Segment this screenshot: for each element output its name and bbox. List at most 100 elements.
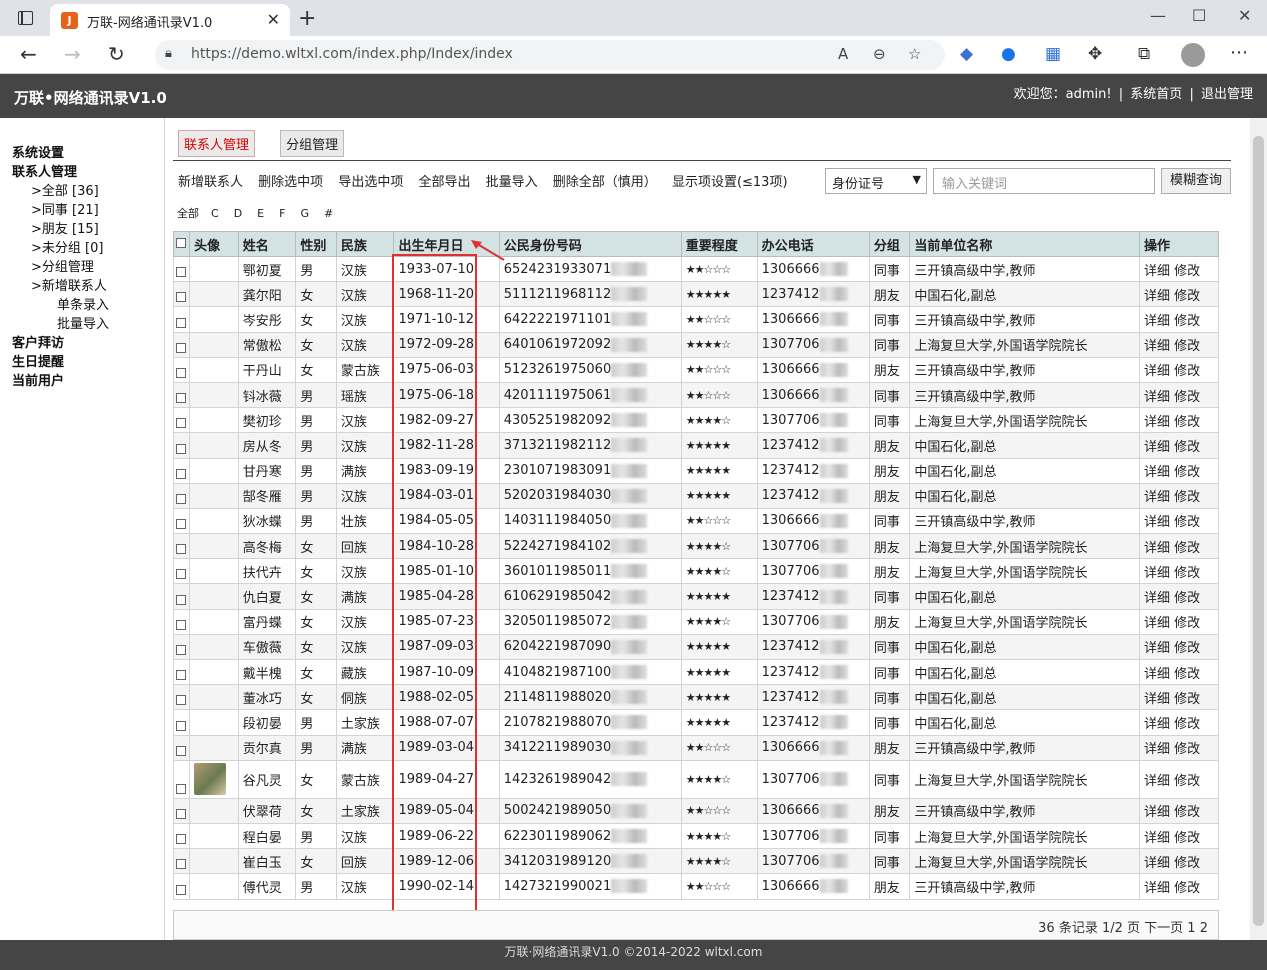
row-checkbox-cell[interactable] — [172, 608, 191, 635]
edit-link[interactable]: 修改 — [1174, 415, 1200, 430]
checkbox[interactable] — [176, 237, 186, 248]
letter-filter-item[interactable]: E — [257, 207, 264, 220]
edit-link[interactable]: 修改 — [1174, 490, 1200, 505]
scrollbar[interactable] — [1250, 118, 1267, 940]
detail-link[interactable]: 详细 — [1144, 641, 1170, 656]
row-checkbox-cell[interactable] — [172, 356, 191, 383]
row-checkbox-cell[interactable] — [172, 533, 191, 560]
row-checkbox-cell[interactable] — [172, 482, 191, 509]
reload-icon[interactable]: ↻ — [108, 42, 125, 66]
url-field[interactable]: 🔒︎ https://demo.wltxl.com/index.php/Inde… — [155, 40, 945, 70]
scrollbar-thumb[interactable] — [1253, 136, 1264, 926]
checkbox[interactable] — [176, 645, 186, 655]
edit-link[interactable]: 修改 — [1174, 541, 1200, 556]
add-contact-button[interactable]: 新增联系人 — [178, 175, 243, 190]
edit-link[interactable]: 修改 — [1174, 591, 1200, 606]
more-menu-icon[interactable]: ⋯ — [1230, 42, 1248, 63]
checkbox[interactable] — [176, 519, 186, 530]
checkbox[interactable] — [176, 317, 186, 328]
delete-selected-button[interactable]: 删除选中项 — [258, 175, 323, 190]
row-checkbox-cell[interactable] — [172, 407, 191, 434]
checkbox[interactable] — [176, 393, 186, 404]
checkbox[interactable] — [176, 544, 186, 555]
checkbox[interactable] — [176, 267, 186, 278]
checkbox[interactable] — [176, 342, 186, 353]
detail-link[interactable]: 详细 — [1144, 339, 1170, 354]
row-checkbox-cell[interactable] — [172, 558, 191, 585]
calendar-icon[interactable]: ▦ — [1045, 44, 1061, 64]
checkbox[interactable] — [176, 569, 186, 580]
browser-tab[interactable]: J 万联-网络通讯录V1.0 ✕ — [50, 4, 290, 36]
page-2-link[interactable]: 2 — [1200, 921, 1208, 936]
row-checkbox-cell[interactable] — [172, 822, 191, 850]
row-checkbox-cell[interactable] — [172, 797, 191, 824]
detail-link[interactable]: 详细 — [1144, 667, 1170, 682]
checkbox[interactable] — [176, 418, 186, 429]
edit-link[interactable]: 修改 — [1174, 856, 1200, 871]
edit-link[interactable]: 修改 — [1174, 566, 1200, 581]
edit-link[interactable]: 修改 — [1174, 465, 1200, 480]
row-checkbox-cell[interactable] — [172, 306, 191, 333]
detail-link[interactable]: 详细 — [1144, 616, 1170, 631]
row-checkbox-cell[interactable] — [172, 255, 191, 283]
detail-link[interactable]: 详细 — [1144, 591, 1170, 606]
detail-link[interactable]: 详细 — [1144, 692, 1170, 707]
detail-link[interactable]: 详细 — [1144, 742, 1170, 757]
tab-contacts[interactable]: 联系人管理 — [178, 130, 256, 157]
edit-link[interactable]: 修改 — [1174, 881, 1200, 896]
checkbox[interactable] — [176, 695, 186, 706]
row-checkbox-cell[interactable] — [172, 381, 191, 409]
sidebar-item-add-contact[interactable]: >新增联系人 — [31, 275, 107, 294]
row-checkbox-cell[interactable] — [172, 281, 191, 308]
maximize-icon[interactable]: ☐ — [1192, 6, 1206, 25]
forward-icon[interactable]: → — [64, 42, 81, 66]
checkbox[interactable] — [176, 859, 186, 870]
letter-filter-item[interactable]: C — [211, 207, 219, 220]
column-settings-button[interactable]: 显示项设置(≤13项) — [672, 175, 788, 190]
checkbox[interactable] — [176, 745, 186, 756]
back-icon[interactable]: ← — [20, 42, 37, 66]
row-checkbox-cell[interactable] — [172, 432, 191, 459]
zoom-icon[interactable]: ⊖ — [873, 45, 886, 63]
checkbox[interactable] — [176, 367, 186, 378]
checkbox[interactable] — [176, 493, 186, 504]
checkbox[interactable] — [176, 619, 186, 630]
row-checkbox-cell[interactable] — [172, 331, 191, 358]
sidebar-item-batch-import[interactable]: 批量导入 — [57, 313, 109, 332]
sidebar-contacts[interactable]: 联系人管理 — [12, 161, 77, 180]
extension-2-icon[interactable]: ● — [1001, 44, 1016, 64]
sidebar-customer-visits[interactable]: 客户拜访 — [12, 332, 64, 351]
detail-link[interactable]: 详细 — [1144, 717, 1170, 732]
row-checkbox-cell[interactable] — [172, 658, 191, 686]
detail-link[interactable]: 详细 — [1144, 390, 1170, 405]
letter-filter-item[interactable]: 全部 — [177, 207, 199, 220]
search-input[interactable]: 输入关键词 — [933, 168, 1155, 194]
edit-link[interactable]: 修改 — [1174, 692, 1200, 707]
edit-link[interactable]: 修改 — [1174, 831, 1200, 846]
edit-link[interactable]: 修改 — [1174, 805, 1200, 820]
detail-link[interactable]: 详细 — [1144, 805, 1170, 820]
logout-link[interactable]: 退出管理 — [1201, 87, 1253, 102]
detail-link[interactable]: 详细 — [1144, 831, 1170, 846]
row-checkbox-cell[interactable] — [172, 583, 191, 610]
fuzzy-search-button[interactable]: 模糊查询 — [1161, 168, 1231, 194]
letter-filter-item[interactable]: D — [234, 207, 242, 220]
sidebar-item-friend[interactable]: >朋友 [15] — [31, 218, 99, 237]
export-selected-button[interactable]: 导出选中项 — [338, 175, 403, 190]
sidebar-item-ungrouped[interactable]: >未分组 [0] — [31, 237, 103, 256]
checkbox[interactable] — [176, 292, 186, 303]
favorite-star-icon[interactable]: ☆ — [908, 45, 921, 63]
checkbox[interactable] — [176, 468, 186, 479]
collections-icon[interactable]: ⧉ — [1138, 44, 1150, 64]
letter-filter-item[interactable]: F — [279, 207, 285, 220]
sidebar-system-settings[interactable]: 系统设置 — [12, 142, 64, 161]
row-checkbox-cell[interactable] — [172, 684, 191, 711]
edit-link[interactable]: 修改 — [1174, 440, 1200, 455]
edit-link[interactable]: 修改 — [1174, 339, 1200, 354]
detail-link[interactable]: 详细 — [1144, 490, 1170, 505]
edit-link[interactable]: 修改 — [1174, 774, 1200, 789]
edit-link[interactable]: 修改 — [1174, 717, 1200, 732]
new-tab-icon[interactable]: + — [298, 6, 316, 31]
checkbox[interactable] — [176, 720, 186, 731]
row-checkbox-cell[interactable] — [172, 848, 191, 875]
